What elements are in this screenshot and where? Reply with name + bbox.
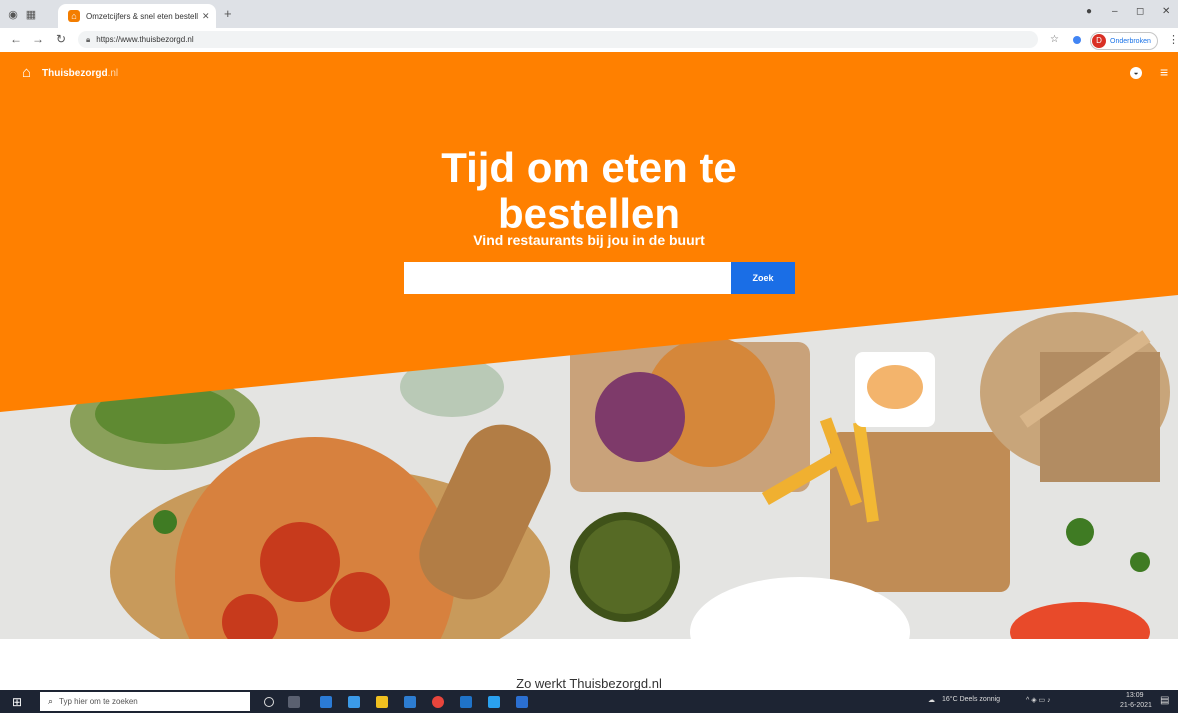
tab-thuisbezorgd[interactable]: ⌂ Omzetcijfers & snel eten bestellen ✕ — [58, 4, 216, 28]
app-icon-3[interactable] — [488, 696, 500, 708]
apps-grid-icon[interactable]: ▦ — [24, 7, 38, 21]
more-menu-icon[interactable]: ⋮ — [1168, 33, 1178, 46]
weather-text[interactable]: 16°C Deels zonnig — [942, 696, 1000, 703]
browser-toolbar: ← → ↻ 🔒︎ https://www.thuisbezorgd.nl ☆ D… — [0, 28, 1178, 53]
window-close-icon[interactable]: ✕ — [1162, 6, 1170, 17]
browser-tab-bar: ◉ ▦ ⌂ Omzetcijfers & snel eten bestellen… — [0, 0, 1178, 28]
hero-section: ⌂ Thuisbezorgd .nl ◒ ≡ Tijd om eten te be… — [0, 52, 1178, 639]
lock-icon: 🔒︎ — [86, 34, 91, 44]
address-bar[interactable]: 🔒︎ https://www.thuisbezorgd.nl — [78, 31, 1038, 48]
cortana-icon[interactable] — [264, 697, 274, 707]
maximize-icon[interactable]: ◻ — [1136, 6, 1144, 17]
minimize-icon[interactable]: – — [1112, 6, 1118, 17]
windows-start-icon[interactable]: ⊞ — [12, 695, 22, 709]
forward-icon[interactable]: → — [32, 32, 44, 46]
record-icon[interactable]: ● — [1086, 6, 1092, 17]
app-icon-4[interactable] — [516, 696, 528, 708]
weather-icon: ☁ — [928, 697, 935, 704]
profile-button[interactable]: D Onderbroken — [1090, 32, 1158, 50]
address-search-input[interactable] — [404, 262, 731, 294]
browser-menu-icon[interactable]: ◉ — [6, 7, 20, 21]
reload-icon[interactable]: ↻ — [56, 32, 66, 46]
search-icon: ⌕ — [48, 696, 54, 706]
search-button[interactable]: Zoek — [731, 262, 795, 294]
avatar: D — [1092, 34, 1106, 48]
file-explorer-icon[interactable] — [376, 696, 388, 708]
address-url: https://www.thuisbezorgd.nl — [96, 35, 194, 44]
tray-icons[interactable]: ^ ◈ ▭ ♪ — [1026, 696, 1051, 704]
clock-date: 21-6-2021 — [1120, 702, 1152, 709]
new-tab-icon[interactable]: + — [224, 6, 232, 21]
site-logo[interactable]: ⌂ Thuisbezorgd .nl — [22, 64, 119, 81]
section-title-how-it-works: Zo werkt Thuisbezorgd.nl — [516, 676, 662, 691]
task-view-icon[interactable] — [288, 696, 300, 708]
thuisbezorgd-favicon-icon: ⌂ — [68, 10, 80, 22]
tab-close-icon[interactable]: ✕ — [202, 11, 210, 22]
hamburger-menu-icon[interactable]: ≡ — [1160, 64, 1168, 80]
profile-status-label: Onderbroken — [1110, 37, 1151, 45]
notification-icon[interactable]: ▤ — [1160, 695, 1169, 706]
app-icon-2[interactable] — [348, 696, 360, 708]
logo-text: Thuisbezorgd — [42, 67, 108, 79]
bookmark-star-icon[interactable]: ☆ — [1050, 34, 1059, 45]
word-icon[interactable] — [404, 696, 416, 708]
tab-title: Omzetcijfers & snel eten bestellen — [86, 11, 198, 21]
extension-icon[interactable] — [1073, 36, 1081, 44]
back-icon[interactable]: ← — [10, 32, 22, 46]
page-title: Tijd om eten te bestellen — [441, 144, 737, 237]
language-flag-icon[interactable]: ◒ — [1130, 67, 1142, 79]
page-subtitle: Vind restaurants bij jou in de buurt — [473, 232, 705, 248]
house-logo-icon: ⌂ — [22, 64, 32, 81]
taskbar-search-box[interactable]: ⌕ Typ hier om te zoeken — [40, 692, 250, 711]
app-icon-1[interactable] — [320, 696, 332, 708]
logo-tld: .nl — [107, 67, 119, 79]
taskbar-search-placeholder: Typ hier om te zoeken — [59, 697, 138, 706]
windows-taskbar: ⊞ ⌕ Typ hier om te zoeken ☁ 16°C Deels z… — [0, 690, 1178, 713]
clock-time: 13:09 — [1126, 692, 1144, 699]
chrome-icon[interactable] — [432, 696, 444, 708]
mail-icon[interactable] — [460, 696, 472, 708]
